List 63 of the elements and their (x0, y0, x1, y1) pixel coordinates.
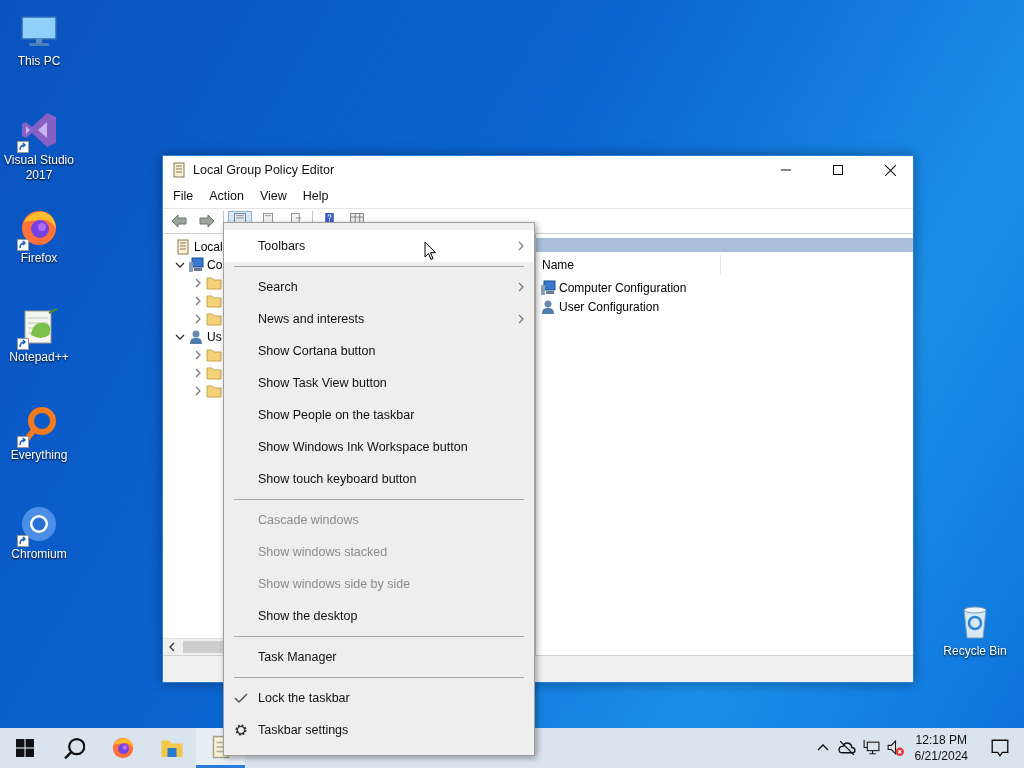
context-menu-item[interactable]: Task Manager (224, 641, 534, 673)
column-header[interactable]: Name (536, 255, 721, 275)
context-menu-item[interactable]: Show Task View button (224, 367, 534, 399)
chevron-down-icon (175, 332, 185, 342)
cloud-off-icon (837, 739, 856, 757)
context-menu-item[interactable]: Show Windows Ink Workspace button (224, 431, 534, 463)
computer-icon (540, 279, 556, 296)
context-menu-item[interactable]: Show Cortana button (224, 335, 534, 367)
search-icon (62, 737, 85, 759)
tree-item[interactable]: Us (207, 330, 222, 344)
tree-item[interactable]: Local (194, 240, 223, 254)
window-title: Local Group Policy Editor (193, 163, 336, 177)
context-menu-item[interactable]: Show the desktop (224, 600, 534, 632)
clock-time: 12:18 PM (915, 732, 967, 748)
scroll-document-icon (175, 239, 191, 255)
forward-arrow-icon (199, 213, 215, 229)
user-icon (188, 329, 204, 345)
folder-icon (206, 383, 222, 399)
settings-icon (234, 723, 248, 737)
scroll-document-icon (171, 162, 187, 178)
mouse-cursor-icon (424, 241, 437, 261)
desktop-icon-label[interactable]: Chromium (1, 546, 77, 562)
chevron-down-icon (175, 260, 185, 270)
windows-logo-icon (15, 739, 34, 757)
folder-icon (206, 365, 222, 381)
context-menu-item[interactable]: Lock the taskbar (224, 682, 534, 714)
list-item[interactable]: Computer Configuration (559, 280, 687, 295)
desktop-icon-label[interactable]: Recycle Bin (937, 644, 1013, 659)
desktop-icon-label[interactable]: This PC (1, 54, 77, 69)
back-arrow-icon (171, 213, 187, 229)
fox-globe-icon (110, 736, 135, 760)
close-icon (884, 164, 896, 176)
context-menu-item[interactable]: News and interests (224, 303, 534, 335)
user-icon (540, 298, 556, 315)
network-monitor-icon (861, 739, 880, 757)
scroll-left-icon (167, 642, 177, 652)
context-menu-item[interactable]: Show People on the taskbar (224, 399, 534, 431)
context-menu-item[interactable]: Taskbar settings (224, 714, 534, 746)
tree-item[interactable]: Co (207, 258, 223, 272)
menu-item[interactable]: File (165, 187, 202, 205)
folder-icon (206, 311, 222, 327)
clock[interactable]: 12:18 PM 6/21/2024 (906, 732, 976, 764)
desktop-icon-label[interactable]: Everything (1, 448, 77, 463)
list-item[interactable]: User Configuration (559, 299, 660, 314)
folder-icon (206, 293, 222, 309)
clock-date: 6/21/2024 (914, 748, 968, 764)
menu-item[interactable]: Help (294, 187, 337, 205)
context-menu-item[interactable]: Toolbars (224, 230, 534, 262)
help-icon (324, 213, 334, 223)
desktop-icon-label[interactable]: Notepad++ (1, 349, 77, 365)
speaker-muted-icon (885, 739, 904, 757)
menu-item[interactable]: Action (201, 187, 252, 205)
desktop-icon-label[interactable]: Visual Studio 2017 (1, 152, 77, 183)
menu-item[interactable]: View (251, 187, 295, 205)
desktop-icon-label[interactable]: Firefox (1, 251, 77, 266)
computer-icon (188, 257, 204, 273)
maximize-icon (833, 165, 843, 175)
context-menu-item[interactable]: Search (224, 271, 534, 303)
folder-icon (206, 347, 222, 363)
context-menu-item[interactable]: Show touch keyboard button (224, 463, 534, 495)
speech-bubble-icon (990, 738, 1010, 758)
fox-globe-icon (19, 208, 59, 248)
folder-icon (206, 275, 222, 291)
